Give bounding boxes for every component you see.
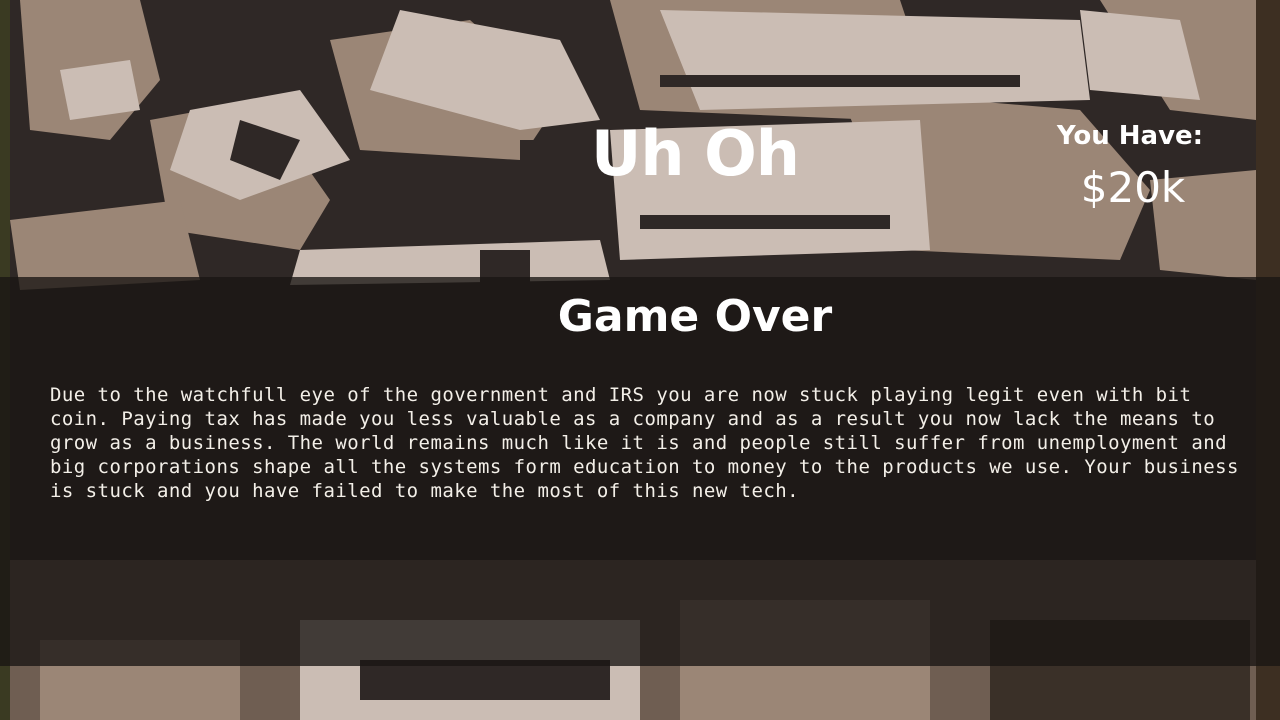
- game-over-panel: Game Over Due to the watchfull eye of th…: [0, 277, 1280, 666]
- money-label: You Have:: [1056, 121, 1204, 151]
- game-over-message: Due to the watchfull eye of the governme…: [50, 384, 1239, 502]
- game-over-screen: Uh Oh You Have: $20k Game Over Due to th…: [0, 0, 1280, 720]
- money-value: $20k: [1080, 163, 1186, 212]
- screen-title: Uh Oh: [591, 117, 800, 190]
- game-over-heading: Game Over: [557, 291, 833, 342]
